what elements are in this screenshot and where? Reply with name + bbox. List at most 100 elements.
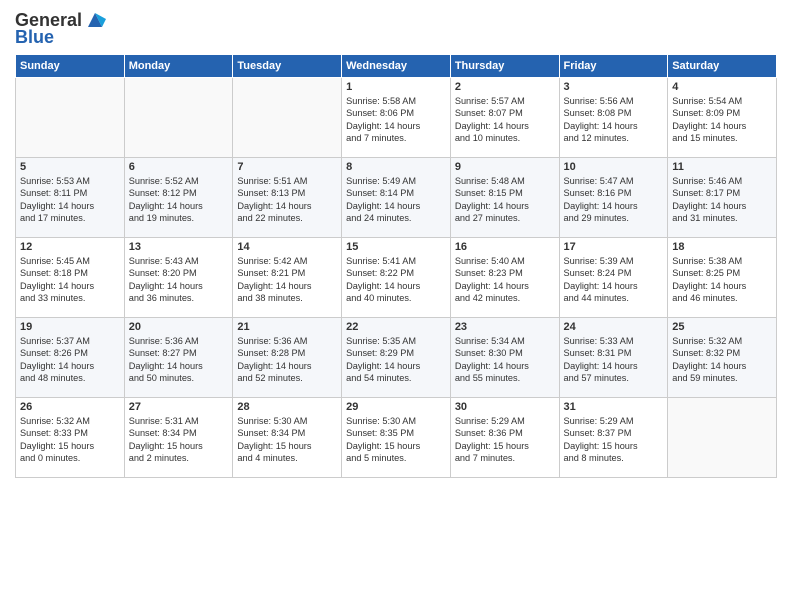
day-number: 11 [672,161,772,173]
weekday-sunday: Sunday [16,55,125,78]
day-number: 22 [346,321,446,333]
day-detail: Sunrise: 5:43 AM Sunset: 8:20 PM Dayligh… [129,255,229,305]
calendar-header: SundayMondayTuesdayWednesdayThursdayFrid… [16,55,777,78]
calendar-cell: 18Sunrise: 5:38 AM Sunset: 8:25 PM Dayli… [668,238,777,318]
calendar-cell: 15 Sunrise: 5:41 AM Sunset: 8:22 PM Dayli… [342,238,451,318]
calendar-cell: 10 Sunrise: 5:47 AM Sunset: 8:16 PM Dayli… [559,158,668,238]
day-detail: Sunrise: 5:30 AM Sunset: 8:35 PM Dayligh… [346,415,446,465]
day-number: 6 [129,161,229,173]
day-detail: Sunrise: 5:32 AM Sunset: 8:33 PM Dayligh… [20,415,120,465]
day-number: 30 [455,401,555,413]
calendar-cell: 4 Sunrise: 5:54 AM Sunset: 8:09 PM Daylig… [668,78,777,158]
calendar-cell: 21 Sunrise: 5:36 AM Sunset: 8:28 PM Dayli… [233,318,342,398]
day-detail: Sunrise: 5:36 AM Sunset: 8:27 PM Dayligh… [129,335,229,385]
day-detail: Sunrise: 5:32 AM Sunset: 8:32 PM Dayligh… [672,335,772,385]
day-number: 7 [237,161,337,173]
day-detail: Sunrise: 5:33 AM Sunset: 8:31 PM Dayligh… [564,335,664,385]
page-header: General Blue [15,10,777,48]
weekday-thursday: Thursday [450,55,559,78]
calendar-cell: 13 Sunrise: 5:43 AM Sunset: 8:20 PM Dayli… [124,238,233,318]
calendar-cell: 14 Sunrise: 5:42 AM Sunset: 8:21 PM Dayli… [233,238,342,318]
day-number: 17 [564,241,664,253]
day-number: 12 [20,241,120,253]
logo-icon [84,9,106,31]
calendar-cell [16,78,125,158]
weekday-saturday: Saturday [668,55,777,78]
day-number: 9 [455,161,555,173]
calendar-cell: 25 Sunrise: 5:32 AM Sunset: 8:32 PM Dayli… [668,318,777,398]
calendar-cell: 31 Sunrise: 5:29 AM Sunset: 8:37 PM Dayli… [559,398,668,478]
calendar-cell: 22 Sunrise: 5:35 AM Sunset: 8:29 PM Dayli… [342,318,451,398]
day-detail: Sunrise: 5:47 AM Sunset: 8:16 PM Dayligh… [564,175,664,225]
day-detail: Sunrise: 5:35 AM Sunset: 8:29 PM Dayligh… [346,335,446,385]
day-detail: Sunrise: 5:41 AM Sunset: 8:22 PM Dayligh… [346,255,446,305]
day-detail: Sunrise: 5:29 AM Sunset: 8:36 PM Dayligh… [455,415,555,465]
day-detail: Sunrise: 5:36 AM Sunset: 8:28 PM Dayligh… [237,335,337,385]
calendar-cell: 8 Sunrise: 5:49 AM Sunset: 8:14 PM Daylig… [342,158,451,238]
day-detail: Sunrise: 5:38 AM Sunset: 8:25 PM Dayligh… [672,255,772,305]
calendar-cell: 17 Sunrise: 5:39 AM Sunset: 8:24 PM Dayli… [559,238,668,318]
calendar-cell: 30 Sunrise: 5:29 AM Sunset: 8:36 PM Dayli… [450,398,559,478]
day-detail: Sunrise: 5:49 AM Sunset: 8:14 PM Dayligh… [346,175,446,225]
day-detail: Sunrise: 5:54 AM Sunset: 8:09 PM Dayligh… [672,95,772,145]
calendar-cell: 20 Sunrise: 5:36 AM Sunset: 8:27 PM Dayli… [124,318,233,398]
weekday-friday: Friday [559,55,668,78]
calendar-cell: 5 Sunrise: 5:53 AM Sunset: 8:11 PM Daylig… [16,158,125,238]
calendar-week-2: 5 Sunrise: 5:53 AM Sunset: 8:11 PM Daylig… [16,158,777,238]
day-detail: Sunrise: 5:40 AM Sunset: 8:23 PM Dayligh… [455,255,555,305]
day-detail: Sunrise: 5:48 AM Sunset: 8:15 PM Dayligh… [455,175,555,225]
day-detail: Sunrise: 5:45 AM Sunset: 8:18 PM Dayligh… [20,255,120,305]
calendar-cell: 7 Sunrise: 5:51 AM Sunset: 8:13 PM Daylig… [233,158,342,238]
day-number: 29 [346,401,446,413]
day-detail: Sunrise: 5:34 AM Sunset: 8:30 PM Dayligh… [455,335,555,385]
calendar-cell: 23Sunrise: 5:34 AM Sunset: 8:30 PM Dayli… [450,318,559,398]
calendar-cell: 9 Sunrise: 5:48 AM Sunset: 8:15 PM Daylig… [450,158,559,238]
calendar-table: SundayMondayTuesdayWednesdayThursdayFrid… [15,54,777,478]
day-detail: Sunrise: 5:42 AM Sunset: 8:21 PM Dayligh… [237,255,337,305]
calendar-body: 1Sunrise: 5:58 AM Sunset: 8:06 PM Daylig… [16,78,777,478]
day-number: 19 [20,321,120,333]
day-detail: Sunrise: 5:39 AM Sunset: 8:24 PM Dayligh… [564,255,664,305]
calendar-cell: 2 Sunrise: 5:57 AM Sunset: 8:07 PM Daylig… [450,78,559,158]
calendar-cell: 12 Sunrise: 5:45 AM Sunset: 8:18 PM Dayli… [16,238,125,318]
day-number: 2 [455,81,555,93]
day-number: 27 [129,401,229,413]
day-number: 4 [672,81,772,93]
day-number: 24 [564,321,664,333]
day-detail: Sunrise: 5:58 AM Sunset: 8:06 PM Dayligh… [346,95,446,145]
day-detail: Sunrise: 5:29 AM Sunset: 8:37 PM Dayligh… [564,415,664,465]
calendar-cell: 3Sunrise: 5:56 AM Sunset: 8:08 PM Daylig… [559,78,668,158]
calendar-cell: 26Sunrise: 5:32 AM Sunset: 8:33 PM Dayli… [16,398,125,478]
calendar-cell: 27 Sunrise: 5:31 AM Sunset: 8:34 PM Dayli… [124,398,233,478]
day-detail: Sunrise: 5:31 AM Sunset: 8:34 PM Dayligh… [129,415,229,465]
day-detail: Sunrise: 5:53 AM Sunset: 8:11 PM Dayligh… [20,175,120,225]
weekday-header-row: SundayMondayTuesdayWednesdayThursdayFrid… [16,55,777,78]
calendar-cell: 28Sunrise: 5:30 AM Sunset: 8:34 PM Dayli… [233,398,342,478]
day-number: 25 [672,321,772,333]
day-number: 21 [237,321,337,333]
day-detail: Sunrise: 5:57 AM Sunset: 8:07 PM Dayligh… [455,95,555,145]
logo: General Blue [15,10,106,48]
day-detail: Sunrise: 5:37 AM Sunset: 8:26 PM Dayligh… [20,335,120,385]
calendar-cell: 19 Sunrise: 5:37 AM Sunset: 8:26 PM Dayli… [16,318,125,398]
day-detail: Sunrise: 5:46 AM Sunset: 8:17 PM Dayligh… [672,175,772,225]
day-number: 31 [564,401,664,413]
day-number: 5 [20,161,120,173]
day-number: 10 [564,161,664,173]
day-number: 20 [129,321,229,333]
day-number: 16 [455,241,555,253]
calendar-cell: 29 Sunrise: 5:30 AM Sunset: 8:35 PM Dayli… [342,398,451,478]
day-number: 13 [129,241,229,253]
calendar-week-3: 12 Sunrise: 5:45 AM Sunset: 8:18 PM Dayli… [16,238,777,318]
calendar-cell [124,78,233,158]
day-detail: Sunrise: 5:51 AM Sunset: 8:13 PM Dayligh… [237,175,337,225]
calendar-cell: 11 Sunrise: 5:46 AM Sunset: 8:17 PM Dayli… [668,158,777,238]
day-number: 3 [564,81,664,93]
day-number: 15 [346,241,446,253]
weekday-tuesday: Tuesday [233,55,342,78]
calendar-cell [668,398,777,478]
day-number: 14 [237,241,337,253]
calendar-week-1: 1Sunrise: 5:58 AM Sunset: 8:06 PM Daylig… [16,78,777,158]
day-number: 8 [346,161,446,173]
weekday-monday: Monday [124,55,233,78]
